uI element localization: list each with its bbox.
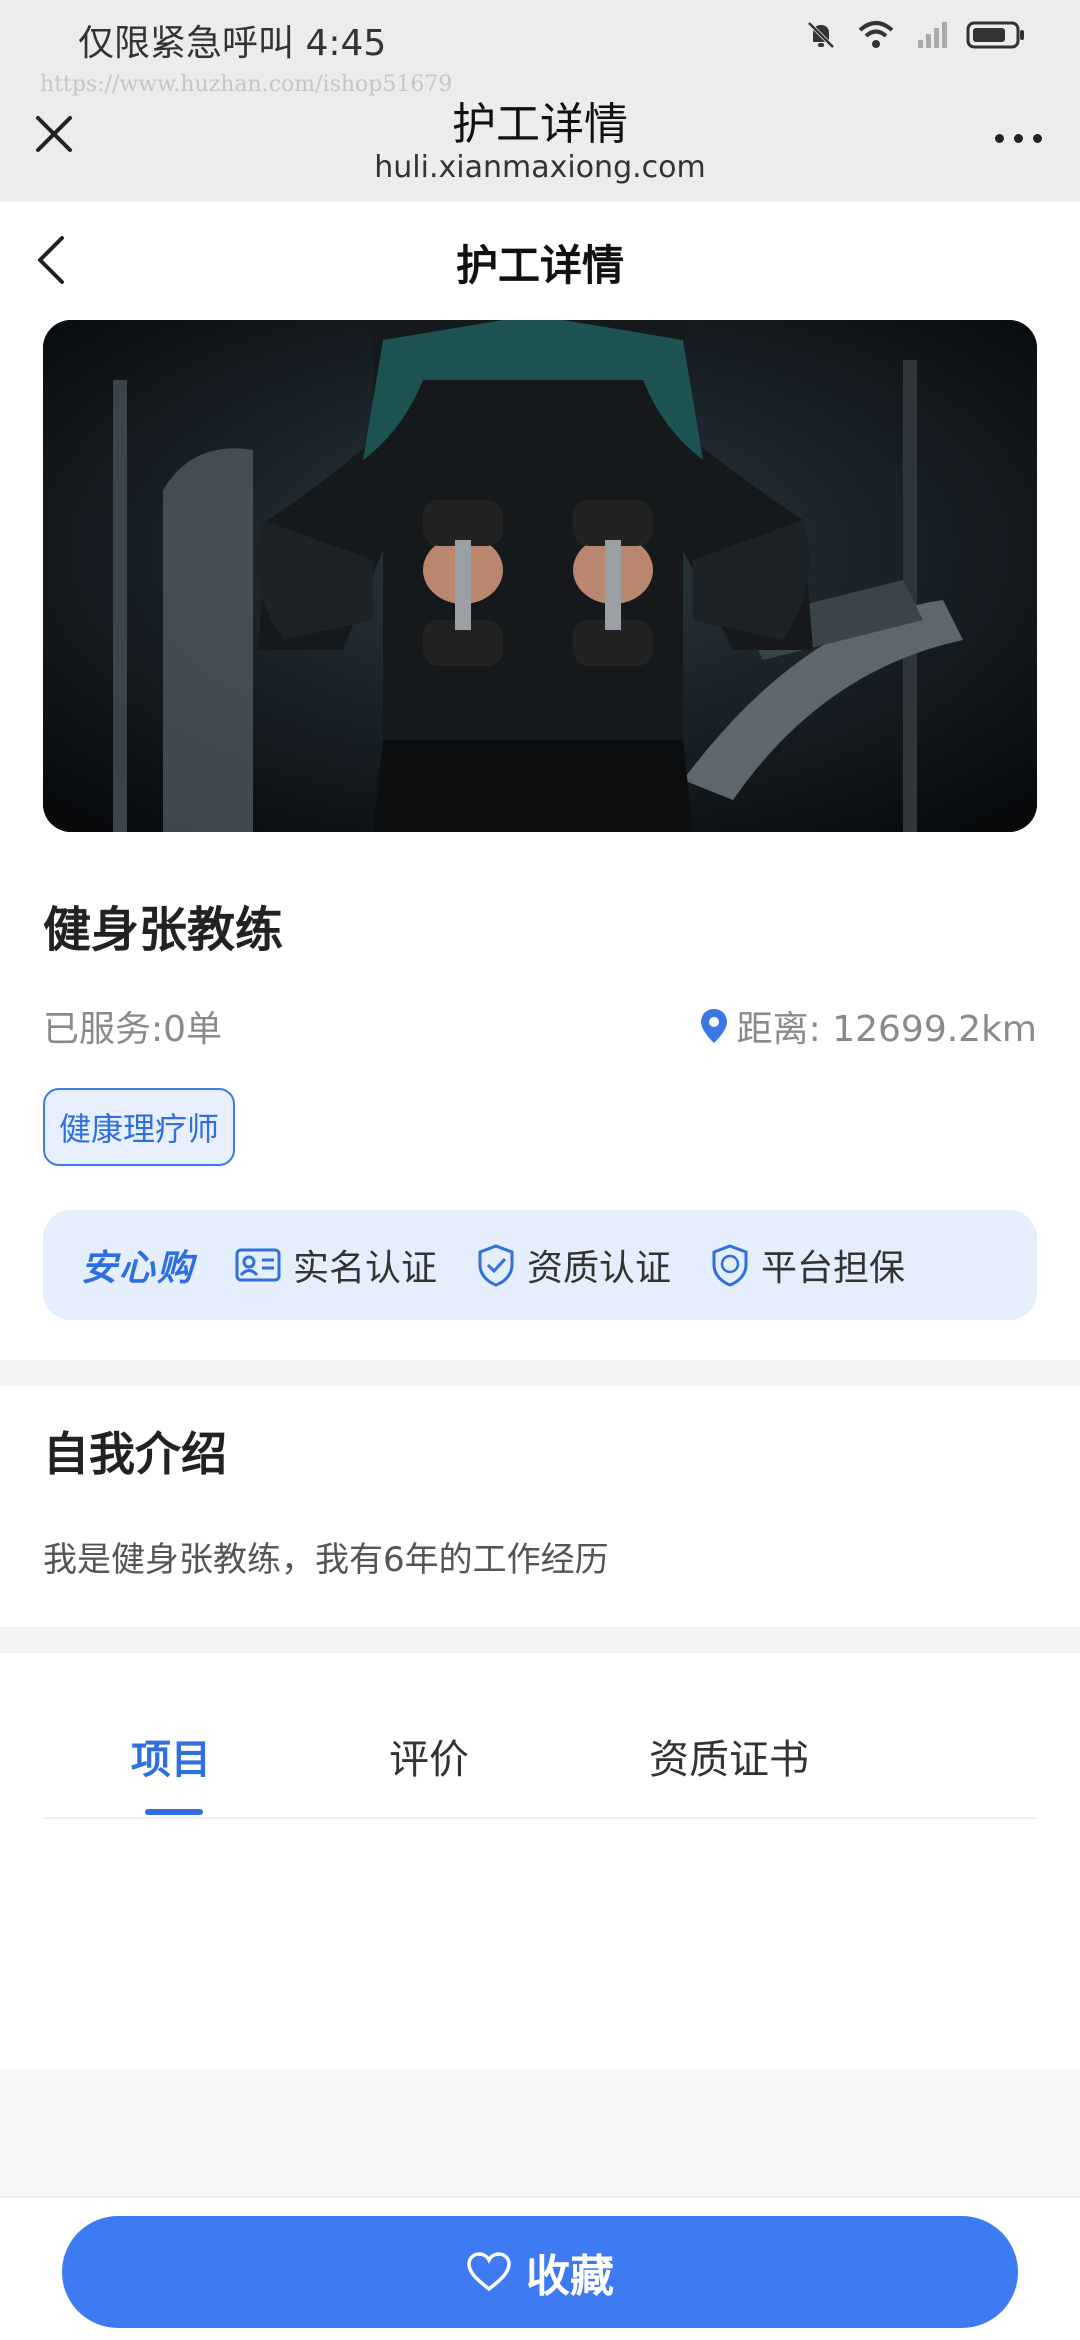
tab-reviews[interactable]: 评价	[389, 1727, 469, 1785]
tab-bar: 项目 评价 资质证书	[43, 1709, 1037, 1819]
status-text: 仅限紧急呼叫 4:45	[78, 23, 387, 64]
tab-certificates[interactable]: 资质证书	[649, 1727, 809, 1785]
more-dot-icon	[1032, 133, 1042, 143]
battery-icon	[966, 21, 1024, 49]
section-divider	[0, 1360, 1080, 1386]
assure-item-qualification: 资质认证	[477, 1239, 671, 1291]
id-card-icon	[235, 1248, 281, 1282]
profile-info: 健身张教练 已服务:0单 距离: 12699.2km 健康理疗师 安心购 实名认…	[0, 832, 1080, 1360]
favorite-button[interactable]: 收藏	[62, 2216, 1018, 2328]
browser-url: huli.xianmaxiong.com	[374, 150, 706, 185]
close-icon	[36, 116, 72, 152]
nav-bar: 护工详情	[0, 202, 1080, 320]
hero-image	[43, 320, 1037, 832]
status-bar: 仅限紧急呼叫 4:45	[0, 0, 1080, 72]
assurance-brand: 安心购	[81, 1248, 196, 1289]
close-button[interactable]	[30, 110, 78, 158]
distance-text: 距离: 12699.2km	[736, 1009, 1037, 1050]
tabs-section: 项目 评价 资质证书	[0, 1653, 1080, 2069]
assurance-banner: 安心购 实名认证 资质认证 平台担保	[43, 1210, 1037, 1320]
bottom-bar: 收藏	[0, 2196, 1080, 2340]
bell-muted-icon	[807, 21, 835, 49]
intro-section: 自我介绍 我是健身张教练，我有6年的工作经历	[0, 1386, 1080, 1627]
more-dot-icon	[1013, 133, 1023, 143]
meta-row: 已服务:0单 距离: 12699.2km	[43, 1000, 1037, 1052]
section-divider	[0, 1627, 1080, 1653]
served-count: 已服务:0单	[43, 1009, 223, 1050]
trainer-name: 健身张教练	[43, 902, 284, 958]
wifi-icon	[858, 21, 894, 48]
assure-label: 资质认证	[527, 1248, 672, 1289]
intro-title: 自我介绍	[43, 1427, 227, 1481]
intro-text: 我是健身张教练，我有6年的工作经历	[43, 1540, 609, 1580]
active-tab-indicator	[145, 1809, 203, 1815]
page-title: 护工详情	[455, 241, 624, 290]
trainer-photo	[43, 320, 1037, 832]
browser-title: 护工详情	[452, 99, 628, 150]
favorite-label: 收藏	[526, 2251, 614, 2302]
shield-check-icon	[478, 1244, 514, 1287]
distance: 距离: 12699.2km	[699, 1000, 1037, 1052]
browser-chrome: 仅限紧急呼叫 4:45 https://www.huzhan.com/ishop…	[0, 0, 1080, 202]
location-pin-icon	[700, 1009, 727, 1043]
heart-icon	[467, 2252, 511, 2292]
shield-guarantee-icon	[712, 1244, 748, 1287]
assure-item-realname: 实名认证	[235, 1239, 437, 1291]
more-options-button[interactable]	[986, 118, 1050, 158]
assure-label: 平台担保	[761, 1248, 906, 1289]
more-dot-icon	[994, 133, 1004, 143]
role-tag: 健康理疗师	[43, 1088, 236, 1166]
status-icons	[804, 18, 1026, 52]
profile-card: 护工详情 健身张教练 已服务:0单 距离: 12699.2km 健康理疗师 安心…	[0, 202, 1080, 1360]
tab-projects[interactable]: 项目	[131, 1727, 211, 1785]
signal-icon	[918, 22, 947, 48]
assure-label: 实名认证	[293, 1248, 438, 1289]
assure-item-guarantee: 平台担保	[711, 1239, 905, 1291]
page-content: 护工详情 健身张教练 已服务:0单 距离: 12699.2km 健康理疗师 安心…	[0, 202, 1080, 2069]
